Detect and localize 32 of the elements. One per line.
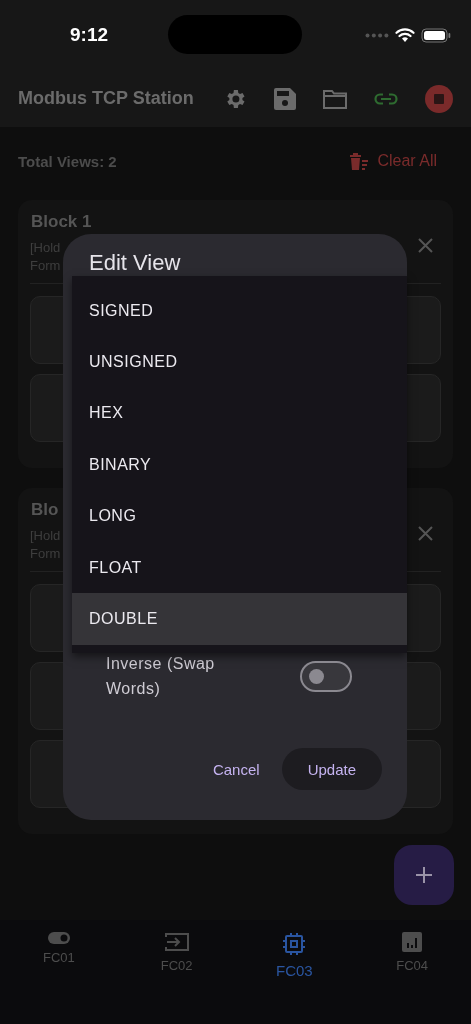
app-title: Modbus TCP Station bbox=[18, 88, 195, 109]
trash-icon bbox=[349, 152, 370, 170]
folder-icon[interactable] bbox=[323, 88, 347, 109]
chip-icon bbox=[282, 932, 307, 956]
close-icon[interactable] bbox=[418, 526, 433, 541]
input-icon bbox=[164, 932, 189, 952]
format-option[interactable]: SIGNED bbox=[72, 285, 407, 337]
cancel-button[interactable]: Cancel bbox=[212, 760, 260, 778]
format-option[interactable]: DOUBLE bbox=[72, 593, 407, 645]
close-icon[interactable] bbox=[418, 238, 433, 253]
format-option[interactable]: BINARY bbox=[72, 439, 407, 491]
plus-icon bbox=[416, 867, 432, 883]
inverse-label: Inverse (Swap Words) bbox=[106, 654, 216, 699]
link-icon[interactable] bbox=[374, 92, 398, 105]
status-time: 9:12 bbox=[70, 24, 109, 46]
update-button[interactable]: Update bbox=[281, 748, 382, 790]
format-option[interactable]: LONG bbox=[72, 490, 407, 542]
stop-icon[interactable] bbox=[425, 84, 453, 113]
format-option[interactable]: HEX bbox=[72, 387, 407, 440]
format-option[interactable]: FLOAT bbox=[72, 541, 407, 594]
save-icon[interactable] bbox=[274, 87, 296, 110]
inverse-switch[interactable] bbox=[300, 660, 352, 692]
signal-icon bbox=[365, 32, 389, 38]
bar-chart-icon bbox=[402, 932, 423, 952]
format-option[interactable]: UNSIGNED bbox=[72, 336, 407, 388]
wifi-icon bbox=[395, 27, 415, 43]
block-title: Block 1 bbox=[31, 212, 92, 232]
dialog-title: Edit View bbox=[89, 251, 181, 275]
toggle-icon bbox=[47, 932, 70, 944]
total-views-label: Total Views: 2 bbox=[18, 152, 118, 170]
block-title: Blo bbox=[31, 500, 59, 520]
battery-icon bbox=[421, 27, 451, 43]
